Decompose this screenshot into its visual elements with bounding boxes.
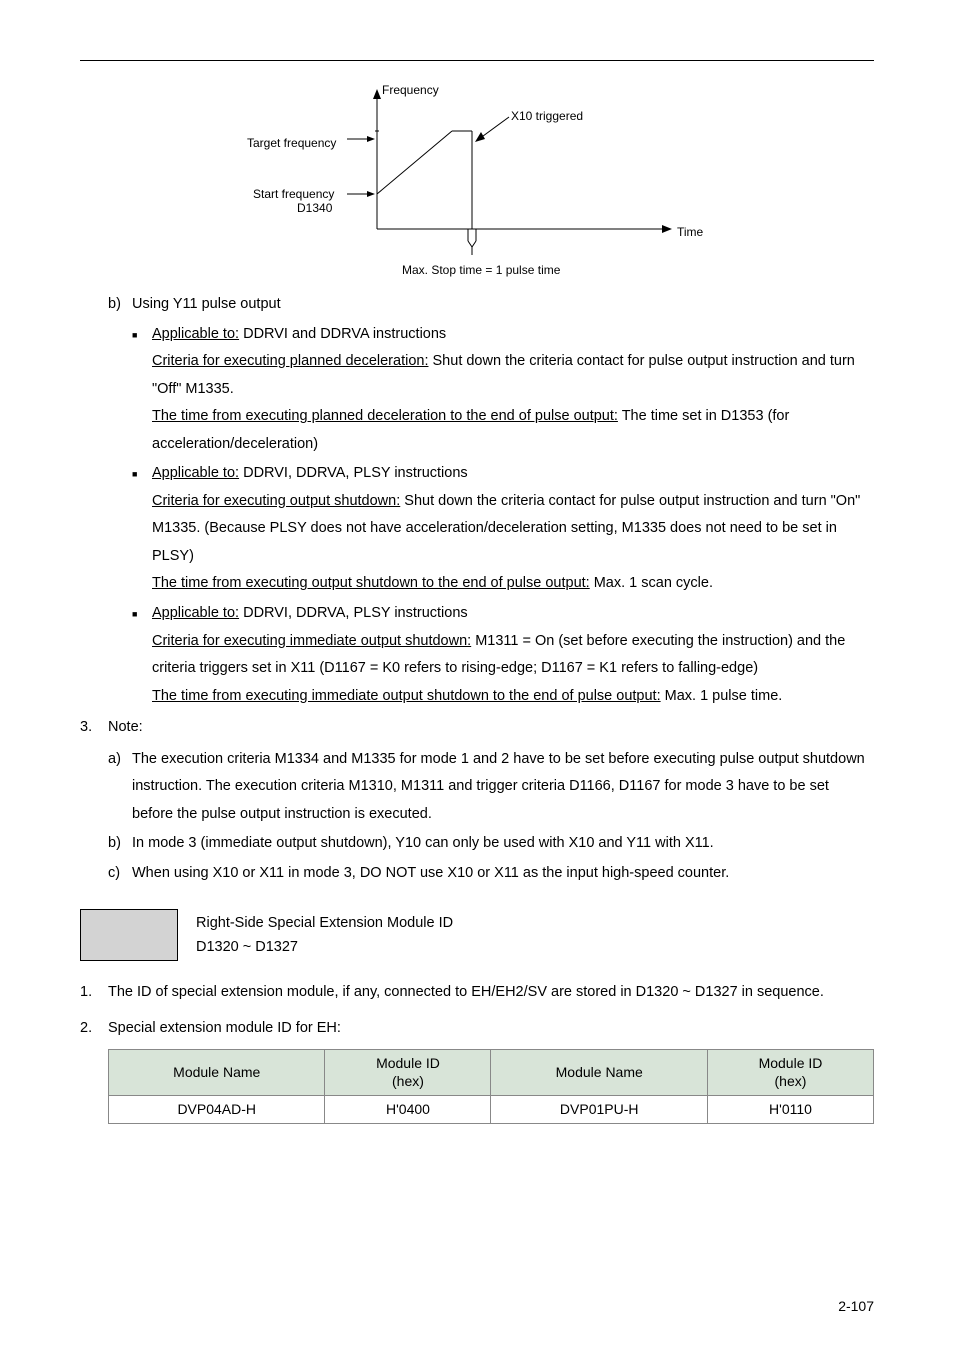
item-b: b) Using Y11 pulse output (108, 291, 874, 319)
header-rule (80, 60, 874, 61)
diagram-caption: Max. Stop time = 1 pulse time (402, 259, 560, 282)
bullet1-line2: Criteria for executing planned decelerat… (152, 348, 874, 403)
page-number: 2-107 (838, 1293, 874, 1320)
item-b-text: Using Y11 pulse output (132, 291, 874, 319)
bullet2-line3: The time from executing output shutdown … (152, 570, 874, 598)
list2-item-2: 2. Special extension module ID for EH: M… (80, 1015, 874, 1124)
bullet3-line3: The time from executing immediate output… (152, 683, 874, 711)
note-marker: 3. (80, 714, 108, 742)
list2-item-2-text: Special extension module ID for EH: (108, 1015, 874, 1043)
table-cell: DVP04AD-H (109, 1096, 325, 1124)
table-header: Module ID (hex) (325, 1049, 491, 1096)
item-b-marker: b) (108, 291, 132, 319)
square-bullet-icon: ■ (132, 460, 152, 598)
list2-item-1-text: The ID of special extension module, if a… (108, 979, 874, 1007)
bullet2-line1: Applicable to: DDRVI, DDRVA, PLSY instru… (152, 460, 874, 488)
note-a: a) The execution criteria M1334 and M133… (108, 746, 874, 829)
module-id-table: Module Name Module ID (hex) Module Name … (108, 1049, 874, 1125)
bullet2-line2: Criteria for executing output shutdown: … (152, 488, 874, 571)
table-cell: H'0400 (325, 1096, 491, 1124)
bullet3-line1: Applicable to: DDRVI, DDRVA, PLSY instru… (152, 600, 874, 628)
note-b: b) In mode 3 (immediate output shutdown)… (108, 830, 874, 858)
note-c-marker: c) (108, 860, 132, 888)
note-c-text: When using X10 or X11 in mode 3, DO NOT … (132, 860, 874, 888)
section-header: Right-Side Special Extension Module ID D… (80, 909, 874, 961)
square-bullet-icon: ■ (132, 600, 152, 710)
square-bullet-icon: ■ (132, 321, 152, 459)
diagram-start-reg: D1340 (297, 197, 332, 220)
list2-item-1: 1. The ID of special extension module, i… (80, 979, 874, 1007)
table-header: Module ID (hex) (707, 1049, 873, 1096)
note-a-text: The execution criteria M1334 and M1335 f… (132, 746, 874, 829)
bullet1-line1: Applicable to: DDRVI and DDRVA instructi… (152, 321, 874, 349)
list2-item-2-marker: 2. (80, 1015, 108, 1124)
table-header: Module Name (109, 1049, 325, 1096)
note-item: 3. Note: (80, 714, 874, 742)
note-c: c) When using X10 or X11 in mode 3, DO N… (108, 860, 874, 888)
section-gray-box (80, 909, 178, 961)
diagram-svg (247, 79, 707, 279)
table-cell: DVP01PU-H (491, 1096, 707, 1124)
section-title-2: D1320 ~ D1327 (196, 935, 453, 960)
diagram-trigger-label: X10 triggered (511, 105, 583, 128)
bullet3-line2: Criteria for executing immediate output … (152, 628, 874, 683)
note-b-marker: b) (108, 830, 132, 858)
note-b-text: In mode 3 (immediate output shutdown), Y… (132, 830, 874, 858)
note-title: Note: (108, 714, 874, 742)
list2-item-1-marker: 1. (80, 979, 108, 1007)
bullet-3: ■ Applicable to: DDRVI, DDRVA, PLSY inst… (132, 600, 874, 710)
table-cell: H'0110 (707, 1096, 873, 1124)
pulse-diagram: Frequency X10 triggered Target frequency… (247, 79, 707, 279)
diagram-x-axis-label: Time (677, 221, 703, 244)
note-a-marker: a) (108, 746, 132, 829)
diagram-y-axis-label: Frequency (382, 79, 439, 102)
diagram-target-label: Target frequency (247, 132, 336, 155)
bullet-1: ■ Applicable to: DDRVI and DDRVA instruc… (132, 321, 874, 459)
section-title-1: Right-Side Special Extension Module ID (196, 911, 453, 936)
table-header: Module Name (491, 1049, 707, 1096)
bullet1-line3: The time from executing planned decelera… (152, 403, 874, 458)
bullet-2: ■ Applicable to: DDRVI, DDRVA, PLSY inst… (132, 460, 874, 598)
